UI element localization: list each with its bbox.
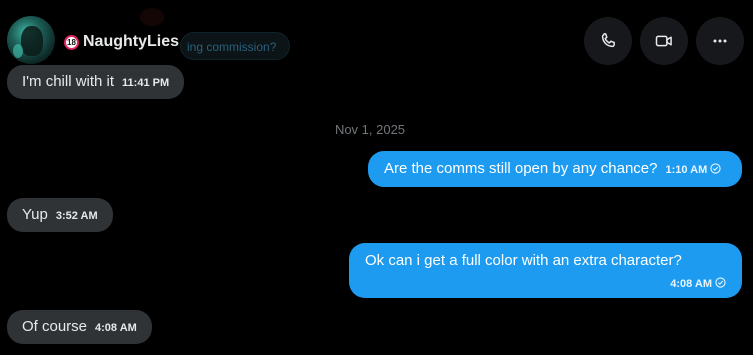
sent-check-icon	[710, 163, 721, 174]
message-bubble-outgoing[interactable]: Are the comms still open by any chance? 1…	[368, 151, 742, 187]
voice-call-button[interactable]	[584, 17, 632, 65]
message-timestamp: 11:41 PM	[122, 77, 170, 89]
avatar-figure	[21, 26, 43, 56]
message-bubble-incoming[interactable]: Of course 4:08 AM	[7, 310, 152, 344]
message-timestamp: 4:08 AM	[95, 322, 137, 334]
message-text: Of course	[22, 318, 88, 335]
faded-preview-text: ing commission?	[187, 40, 277, 54]
avatar[interactable]	[7, 16, 55, 64]
message-bubble-incoming[interactable]: I'm chill with it 11:41 PM	[7, 65, 185, 99]
message-text: Ok can i get a full color with an extra …	[365, 252, 682, 269]
date-separator: Nov 1, 2025	[334, 122, 406, 137]
video-call-button[interactable]	[640, 17, 688, 65]
message-bubble-outgoing[interactable]: Ok can i get a full color with an extra …	[349, 243, 742, 298]
message-bubble-incoming[interactable]: Yup 3:52 AM	[7, 198, 113, 232]
message-timestamp: 4:08 AM	[670, 278, 712, 290]
video-camera-icon	[655, 35, 672, 47]
faded-background-shape	[140, 8, 164, 26]
conversation-title[interactable]: 18 NaughtyLies	[64, 31, 179, 53]
faded-message-preview: ing commission?	[180, 32, 290, 60]
avatar-highlight	[13, 44, 23, 58]
sent-check-icon	[715, 277, 726, 288]
message-text: Are the comms still open by any chance?	[384, 160, 658, 177]
more-horizontal-icon	[713, 39, 727, 43]
message-meta: 4:08 AM	[365, 276, 726, 291]
message-timestamp: 1:10 AM	[665, 164, 708, 176]
message-timestamp: 3:52 AM	[55, 210, 98, 222]
message-text: Yup	[22, 206, 48, 223]
display-name[interactable]: NaughtyLies	[83, 33, 179, 51]
phone-icon	[601, 33, 615, 48]
message-text: I'm chill with it	[22, 73, 115, 90]
age-restricted-badge-icon: 18	[64, 34, 79, 50]
more-options-button[interactable]	[696, 17, 744, 65]
conversation-header: ing commission? 18 NaughtyLies	[0, 0, 753, 68]
